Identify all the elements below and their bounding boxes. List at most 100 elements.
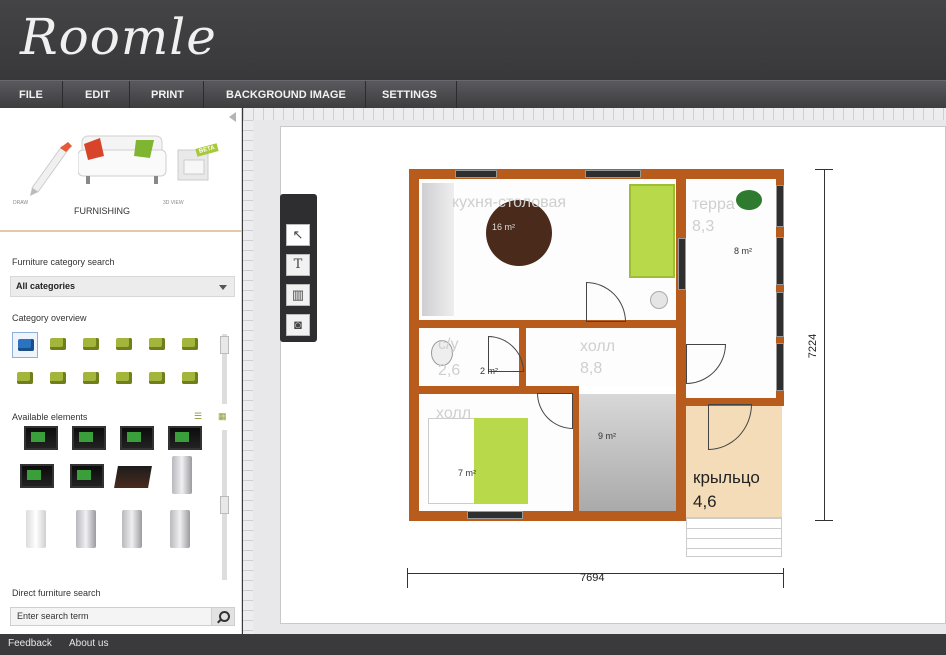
- pencil-icon[interactable]: [22, 138, 72, 198]
- menubar: FILE EDIT PRINT BACKGROUND IMAGE SETTING…: [0, 80, 946, 109]
- category-shelf-icon[interactable]: [177, 366, 203, 392]
- area-bath: 2 m²: [480, 366, 498, 376]
- window-3[interactable]: [776, 185, 784, 227]
- wall-bottom[interactable]: [409, 511, 686, 521]
- area-terrace: 8 m²: [734, 246, 752, 256]
- window-7[interactable]: [678, 238, 686, 290]
- element-fridge-5[interactable]: [170, 510, 190, 548]
- sofa[interactable]: [629, 184, 675, 278]
- category-wardrobe-icon[interactable]: [111, 366, 137, 392]
- stairs[interactable]: [579, 394, 676, 511]
- category-floor-lamp-icon[interactable]: [144, 366, 170, 392]
- furniture-search-input[interactable]: Enter search term: [10, 607, 235, 626]
- app-logo: Roomle: [20, 8, 217, 66]
- category-table-icon[interactable]: [78, 332, 104, 358]
- window-2[interactable]: [585, 170, 641, 178]
- elements-scroll-thumb[interactable]: [220, 496, 229, 514]
- category-select[interactable]: All categories: [10, 276, 235, 297]
- left-panel: DRAW FURNISHING BETA 3D VIEW Furniture c…: [0, 108, 242, 634]
- wall-left[interactable]: [409, 169, 419, 521]
- wall-inner-horizontal-1[interactable]: [409, 320, 686, 328]
- footer: Feedback About us: [0, 634, 946, 655]
- feedback-link[interactable]: Feedback: [8, 638, 52, 649]
- element-tv-4[interactable]: [168, 426, 202, 450]
- label-porch: крыльцо: [693, 468, 760, 487]
- category-chair-icon[interactable]: [177, 332, 203, 358]
- category-select-value: All categories: [16, 281, 76, 291]
- lamp[interactable]: [650, 291, 668, 309]
- menu-file[interactable]: FILE: [0, 81, 63, 109]
- category-bed-icon[interactable]: [144, 332, 170, 358]
- text-tool-icon[interactable]: T: [286, 254, 310, 276]
- menu-print[interactable]: PRINT: [132, 81, 204, 109]
- element-fridge-1[interactable]: [172, 456, 192, 494]
- window-6[interactable]: [776, 343, 784, 391]
- element-fridge-4[interactable]: [122, 510, 142, 548]
- dimension-height[interactable]: 7224: [807, 334, 819, 358]
- category-sofa-icon[interactable]: [111, 332, 137, 358]
- bed-blanket: [474, 418, 528, 504]
- plant[interactable]: [736, 190, 762, 210]
- chevron-down-icon: [219, 285, 227, 290]
- category-lamp-icon[interactable]: [45, 332, 71, 358]
- category-search-label: Furniture category search: [12, 257, 115, 267]
- element-tv-1[interactable]: [24, 426, 58, 450]
- value-hall: 8,8: [580, 360, 603, 377]
- menu-edit[interactable]: EDIT: [66, 81, 131, 109]
- direct-search-label: Direct furniture search: [12, 588, 101, 598]
- about-link[interactable]: About us: [69, 638, 108, 649]
- element-fridge-2[interactable]: [26, 510, 46, 548]
- dimension-tick-left: [407, 568, 408, 588]
- sofa-icon[interactable]: [78, 128, 168, 190]
- area-hall: 9 m²: [598, 431, 616, 441]
- gradient-tool-icon[interactable]: ▥: [286, 284, 310, 306]
- category-overview-label: Category overview: [12, 313, 87, 323]
- mode-furnishing-label[interactable]: FURNISHING: [74, 206, 130, 216]
- menu-background-image[interactable]: BACKGROUND IMAGE: [207, 81, 366, 109]
- dimension-width[interactable]: 7694: [580, 572, 604, 584]
- kitchen-counter[interactable]: [422, 183, 454, 316]
- label-kitchen: кухня-столовая: [452, 194, 566, 211]
- element-fridge-3[interactable]: [76, 510, 96, 548]
- dimension-line-height: [824, 169, 825, 521]
- wall-inner-vertical[interactable]: [676, 169, 686, 521]
- comment-tool-icon[interactable]: ◙: [286, 314, 310, 336]
- collapse-panel-icon[interactable]: [229, 112, 236, 122]
- label-terrace: терра: [692, 196, 735, 213]
- element-tv-3[interactable]: [120, 426, 154, 450]
- element-tv-2[interactable]: [72, 426, 106, 450]
- label-hall: холл: [580, 338, 616, 355]
- value-bath: 2,6: [438, 362, 461, 379]
- label-bedroom: холл: [436, 405, 472, 422]
- label-bath: с/у: [438, 336, 459, 353]
- header: Roomle: [0, 0, 946, 80]
- ruler-top: [243, 108, 946, 120]
- category-rug-icon[interactable]: [12, 366, 38, 392]
- menu-settings[interactable]: SETTINGS: [363, 81, 458, 109]
- window-8[interactable]: [467, 511, 523, 519]
- dimension-tick-bottom: [815, 520, 833, 521]
- element-speaker[interactable]: [114, 466, 152, 488]
- category-plant-icon[interactable]: [78, 366, 104, 392]
- value-porch: 4,6: [693, 492, 717, 511]
- category-grid: [12, 332, 212, 398]
- available-elements-grid: [8, 426, 213, 576]
- list-view-icon[interactable]: ☰: [194, 411, 202, 422]
- window-1[interactable]: [455, 170, 497, 178]
- app-window: Roomle FILE EDIT PRINT BACKGROUND IMAGE …: [0, 0, 946, 655]
- mode-3d-label: 3D VIEW: [163, 200, 184, 206]
- dimension-tick-right: [783, 568, 784, 588]
- element-tv-6[interactable]: [70, 464, 104, 488]
- area-bedroom: 7 m²: [458, 468, 476, 478]
- category-scroll-thumb[interactable]: [220, 336, 229, 354]
- select-tool-icon[interactable]: ↖: [286, 224, 310, 246]
- window-4[interactable]: [776, 237, 784, 285]
- ruler-left: [243, 120, 253, 634]
- element-tv-5[interactable]: [20, 464, 54, 488]
- grid-view-icon[interactable]: ▦: [218, 411, 227, 422]
- category-cabinet-icon[interactable]: [45, 366, 71, 392]
- category-seating-icon[interactable]: [12, 332, 38, 358]
- window-5[interactable]: [776, 292, 784, 337]
- value-terrace: 8,3: [692, 218, 715, 235]
- search-icon[interactable]: [211, 607, 235, 626]
